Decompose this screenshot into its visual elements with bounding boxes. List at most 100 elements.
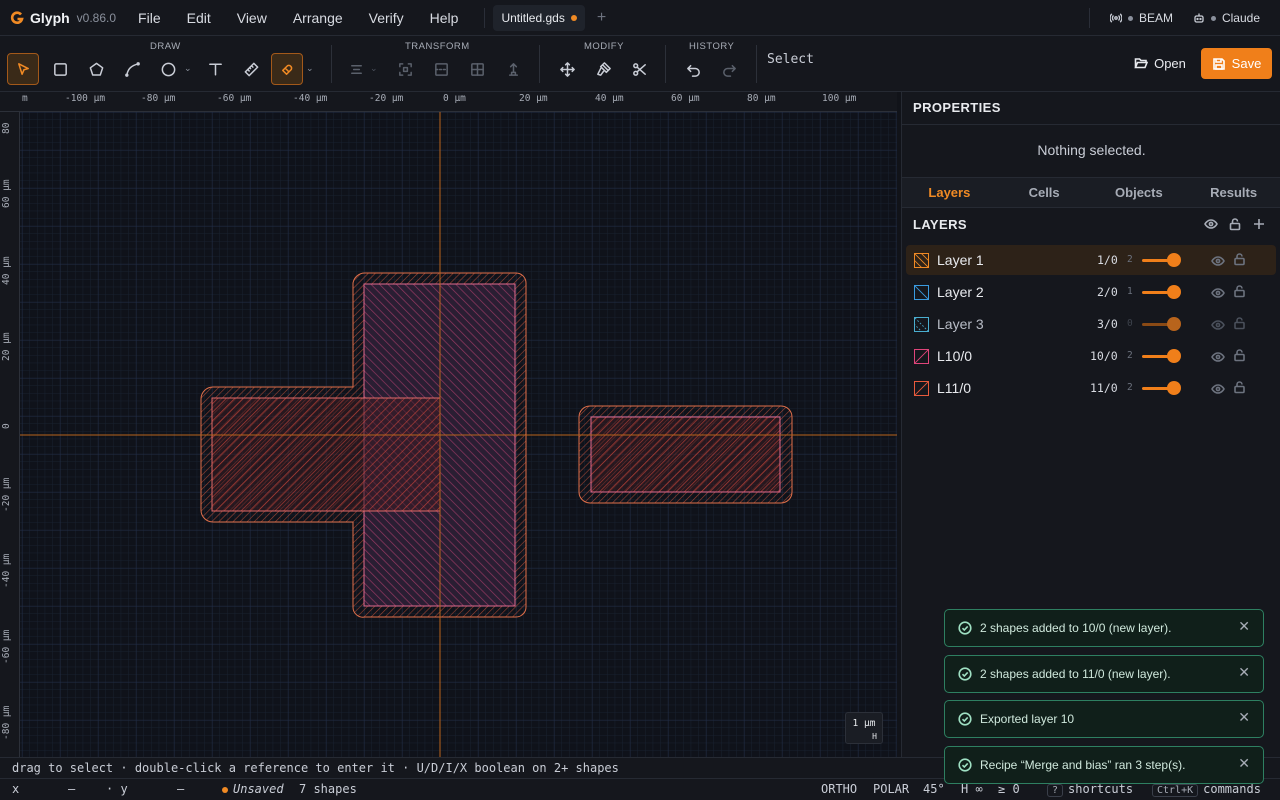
ruler-label: 100 µm [822, 93, 857, 104]
layer-name: L11/0 [937, 380, 971, 396]
beam-label: BEAM [1138, 11, 1173, 25]
group-button[interactable] [389, 53, 421, 85]
text-icon [208, 63, 222, 75]
circle-tool-button[interactable] [152, 53, 184, 85]
lock-toggle[interactable] [1233, 284, 1246, 298]
ruler-label: 20 µm [1, 332, 12, 361]
layer-row[interactable]: Layer 1 1/0 2 [906, 245, 1276, 275]
menu-file[interactable]: File [138, 10, 161, 26]
group-icon [398, 62, 412, 76]
visibility-toggle[interactable] [1211, 254, 1225, 266]
layer-row[interactable]: L11/0 11/0 2 [906, 373, 1276, 403]
layer-opacity-value: 2 [1127, 254, 1133, 265]
document-tab[interactable]: Untitled.gds [493, 4, 585, 31]
menu-help[interactable]: Help [430, 10, 459, 26]
layout-shape[interactable] [211, 397, 441, 512]
open-button[interactable]: Open [1128, 48, 1192, 78]
lock-toggle[interactable] [1233, 348, 1246, 362]
unsaved-dot [222, 787, 228, 793]
path-tool-button[interactable] [116, 53, 148, 85]
menu-verify[interactable]: Verify [369, 10, 404, 26]
menu-arrange[interactable]: Arrange [293, 10, 343, 26]
ruler-label: -60 µm [1, 629, 12, 664]
align-button[interactable] [340, 53, 372, 85]
plus-icon[interactable] [1252, 217, 1266, 231]
layer-name: Layer 2 [937, 284, 984, 300]
ortho-toggle[interactable]: ORTHO [821, 782, 857, 796]
text-tool-button[interactable] [199, 53, 231, 85]
tab-results[interactable]: Results [1186, 178, 1280, 207]
menu-bar: Glyph v0.86.0 File Edit View Arrange Ver… [0, 0, 1280, 36]
select-tool-button[interactable] [7, 53, 39, 85]
toast-message: Exported layer 10 [980, 712, 1075, 726]
redo-button[interactable] [713, 53, 745, 85]
toast-message: 2 shapes added to 11/0 (new layer). [980, 667, 1171, 681]
menu-edit[interactable]: Edit [187, 10, 211, 26]
scale-badge: 1 µm H [845, 712, 883, 744]
close-icon[interactable]: ✕ [1238, 755, 1250, 772]
eye-icon [1211, 288, 1225, 298]
layers-actions [1194, 217, 1266, 231]
lock-toggle[interactable] [1233, 316, 1246, 330]
chevron-down-icon[interactable]: ⌄ [370, 63, 378, 74]
shortcuts-hint[interactable]: ? shortcuts [1047, 782, 1133, 797]
tab-objects[interactable]: Objects [1092, 178, 1187, 207]
tab-cells[interactable]: Cells [997, 178, 1092, 207]
visibility-toggle[interactable] [1211, 382, 1225, 394]
polygon-tool-button[interactable] [80, 53, 112, 85]
opacity-slider-handle[interactable] [1167, 349, 1181, 363]
visibility-toggle[interactable] [1211, 286, 1225, 298]
new-tab-button[interactable]: + [597, 9, 606, 27]
canvas-grid[interactable] [20, 112, 897, 757]
chevron-down-icon[interactable]: ⌄ [306, 63, 314, 74]
eye-icon[interactable] [1204, 217, 1218, 231]
opacity-slider-handle[interactable] [1167, 317, 1181, 331]
ungroup-button[interactable] [425, 53, 457, 85]
commands-hint[interactable]: Ctrl+K commands [1152, 782, 1261, 797]
close-icon[interactable]: ✕ [1238, 618, 1250, 635]
lock-toggle[interactable] [1233, 252, 1246, 266]
layout-canvas[interactable]: m -100 µm -80 µm -60 µm -40 µm -20 µm 0 … [0, 92, 897, 757]
lock-toggle[interactable] [1233, 380, 1246, 394]
chevron-down-icon[interactable]: ⌄ [184, 63, 192, 74]
opacity-slider-handle[interactable] [1167, 253, 1181, 267]
claude-status[interactable]: Claude [1193, 11, 1260, 25]
close-icon[interactable]: ✕ [1238, 709, 1250, 726]
opacity-slider-handle[interactable] [1167, 285, 1181, 299]
layer-number: 10/0 [1090, 349, 1118, 363]
opacity-slider-track[interactable] [1142, 291, 1168, 294]
close-icon[interactable]: ✕ [1238, 664, 1250, 681]
beam-status[interactable]: BEAM [1109, 11, 1173, 25]
angle-value[interactable]: 45° [923, 782, 945, 796]
ruler-label: 40 µm [595, 93, 624, 104]
layer-swatch [914, 381, 929, 396]
save-button[interactable]: Save [1201, 48, 1272, 79]
broadcast-icon [1109, 13, 1122, 23]
layer-row[interactable]: L10/0 10/0 2 [906, 341, 1276, 371]
layer-row[interactable]: Layer 2 2/0 1 [906, 277, 1276, 307]
snap-toggle-button[interactable] [271, 53, 303, 85]
layer-row[interactable]: Layer 3 3/0 0 [906, 309, 1276, 339]
menu-view[interactable]: View [237, 10, 267, 26]
layer-swatch [914, 317, 929, 332]
undo-button[interactable] [677, 53, 709, 85]
paint-button[interactable] [587, 53, 619, 85]
ruler-icon [244, 62, 258, 76]
tab-layers[interactable]: Layers [902, 178, 997, 207]
layout-shape[interactable] [590, 416, 781, 493]
layer-opacity-value: 2 [1127, 382, 1133, 393]
visibility-toggle[interactable] [1211, 350, 1225, 362]
cursor-x-label: x [12, 782, 20, 796]
cut-button[interactable] [623, 53, 655, 85]
cursor-x-value: — [68, 782, 76, 796]
toolbar-divider [756, 45, 757, 83]
move-button[interactable] [551, 53, 583, 85]
unlock-icon[interactable] [1228, 217, 1242, 231]
opacity-slider-handle[interactable] [1167, 381, 1181, 395]
stack-button[interactable] [497, 53, 529, 85]
ruler-tool-button[interactable] [235, 53, 267, 85]
visibility-toggle[interactable] [1211, 318, 1225, 330]
array-button[interactable] [461, 53, 493, 85]
polar-toggle[interactable]: POLAR [873, 782, 909, 796]
rectangle-tool-button[interactable] [44, 53, 76, 85]
